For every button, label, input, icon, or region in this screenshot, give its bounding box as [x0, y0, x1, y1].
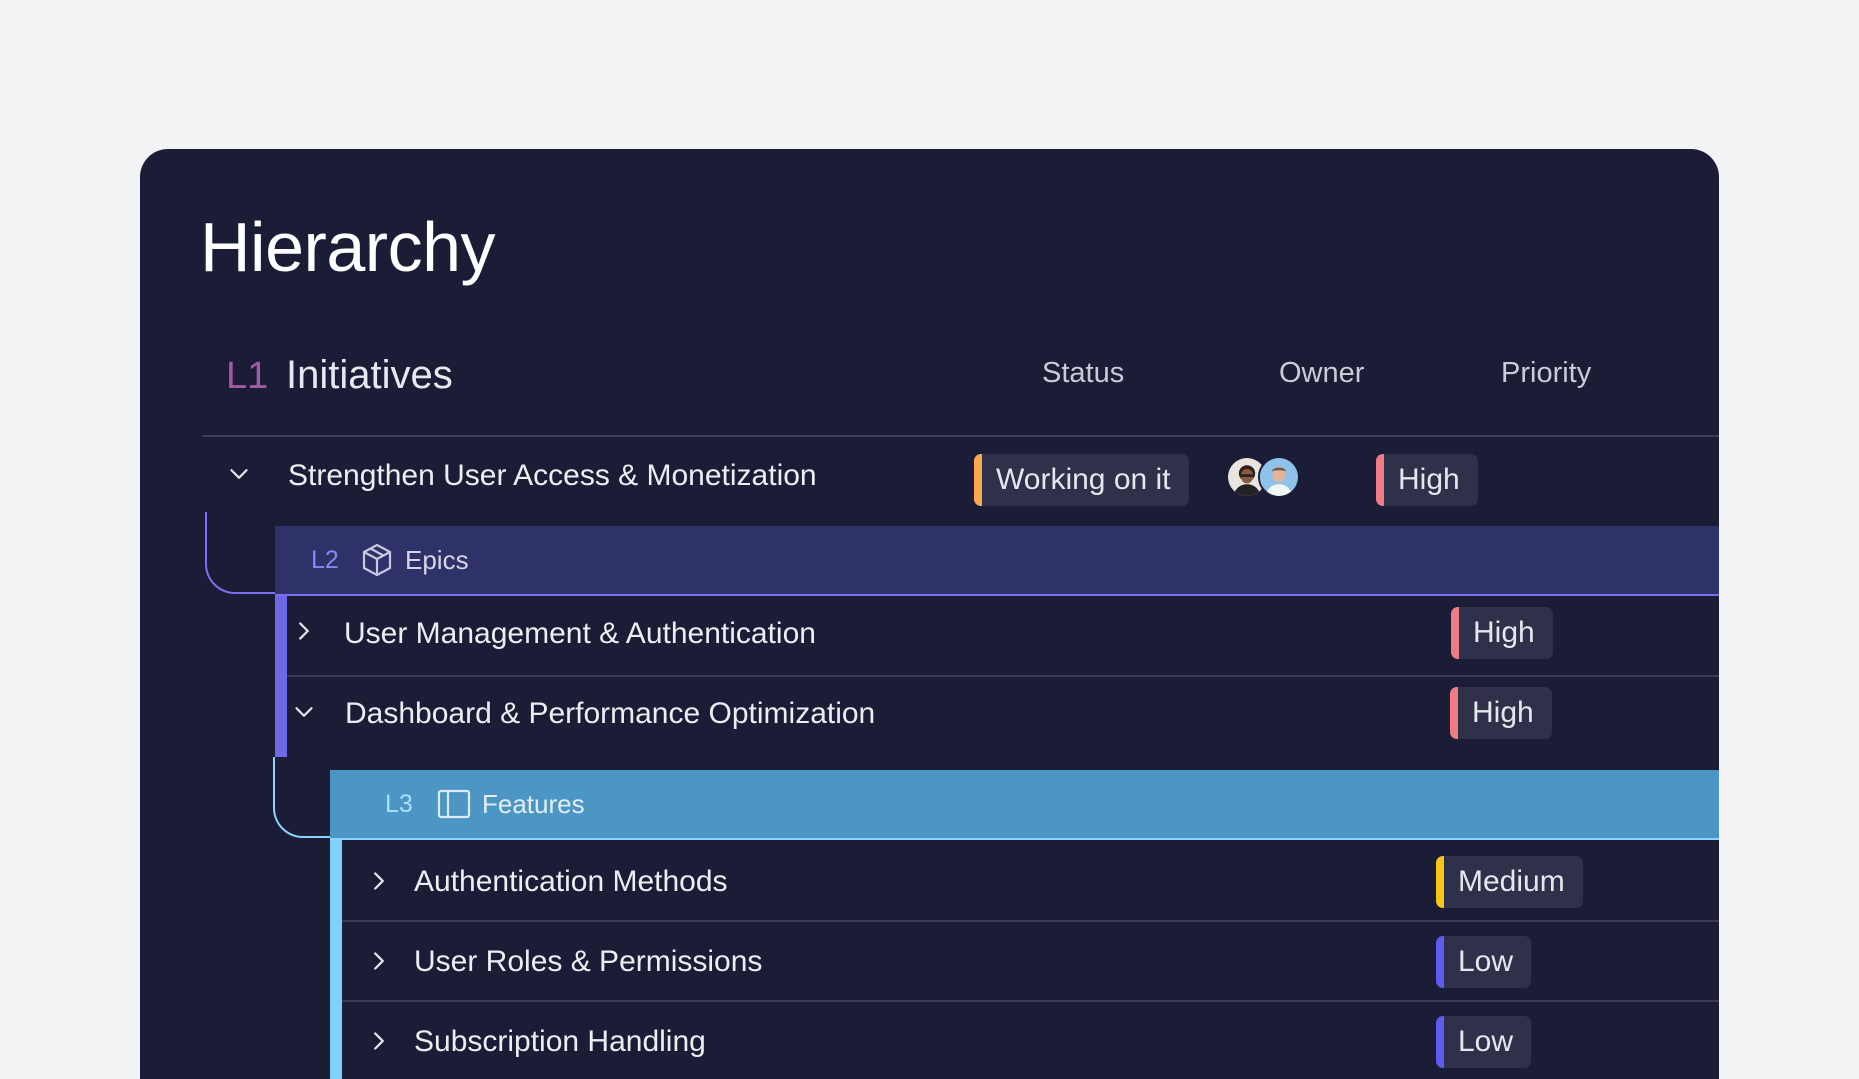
- features-band: L3 Features: [330, 770, 1719, 840]
- priority-badge[interactable]: High: [1450, 687, 1552, 739]
- feature-row[interactable]: Authentication Methods Medium: [342, 842, 1719, 922]
- column-header-status[interactable]: Status: [1042, 357, 1124, 390]
- priority-accent: [1436, 856, 1444, 908]
- box-icon: [357, 540, 397, 580]
- epics-indicator-bar: [275, 596, 287, 757]
- epic-row[interactable]: User Management & Authentication High: [287, 598, 1719, 668]
- features-indicator-bar: [330, 840, 342, 1079]
- priority-badge[interactable]: Low: [1436, 936, 1532, 988]
- status-accent: [974, 454, 982, 506]
- status-label: Working on it: [996, 463, 1171, 496]
- chevron-right-icon[interactable]: [364, 946, 394, 976]
- epics-band-label: Epics: [405, 545, 469, 575]
- priority-accent: [1436, 1016, 1444, 1068]
- chevron-right-icon[interactable]: [289, 616, 319, 646]
- epic-label: User Management & Authentication: [344, 617, 816, 650]
- priority-badge[interactable]: High: [1376, 454, 1478, 506]
- initiative-label: Strengthen User Access & Monetization: [288, 459, 817, 492]
- priority-label: High: [1473, 616, 1535, 649]
- feature-label: User Roles & Permissions: [414, 945, 763, 978]
- priority-label: High: [1398, 463, 1460, 496]
- epic-row[interactable]: Dashboard & Performance Optimization Hig…: [287, 677, 1719, 757]
- epics-band: L2 Epics: [275, 526, 1719, 596]
- column-header-priority[interactable]: Priority: [1501, 357, 1591, 390]
- feature-label: Subscription Handling: [414, 1025, 706, 1058]
- status-badge[interactable]: Working on it: [974, 454, 1189, 506]
- page-title: Hierarchy: [200, 208, 496, 286]
- priority-badge[interactable]: Low: [1436, 1016, 1532, 1068]
- chevron-right-icon[interactable]: [364, 1026, 394, 1056]
- priority-accent: [1436, 936, 1444, 988]
- initiative-row[interactable]: Strengthen User Access & Monetization Wo…: [202, 437, 1719, 517]
- avatar[interactable]: [1258, 456, 1300, 498]
- level-tag-l1: L1: [226, 355, 269, 397]
- priority-accent: [1376, 454, 1384, 506]
- priority-label: Low: [1458, 945, 1514, 978]
- feature-label: Authentication Methods: [414, 865, 728, 898]
- chevron-down-icon[interactable]: [289, 697, 319, 727]
- priority-label: Medium: [1458, 865, 1565, 898]
- level-label-initiatives: Initiatives: [286, 353, 453, 397]
- level-tag-l2: L2: [311, 546, 339, 574]
- hierarchy-card: Hierarchy L1 Initiatives Status Owner Pr…: [140, 149, 1719, 1079]
- priority-label: High: [1472, 696, 1534, 729]
- priority-accent: [1450, 687, 1458, 739]
- features-band-label: Features: [482, 789, 585, 819]
- layout-panel-icon: [434, 784, 474, 824]
- feature-row[interactable]: Subscription Handling Low: [342, 1002, 1719, 1079]
- priority-badge[interactable]: Medium: [1436, 856, 1583, 908]
- column-header-owner[interactable]: Owner: [1279, 357, 1364, 390]
- priority-badge[interactable]: High: [1451, 607, 1553, 659]
- tree-connector-l1: [205, 512, 277, 594]
- chevron-down-icon[interactable]: [224, 459, 254, 489]
- priority-accent: [1451, 607, 1459, 659]
- priority-label: Low: [1458, 1025, 1514, 1058]
- level-tag-l3: L3: [385, 790, 413, 818]
- tree-connector-l2: [273, 757, 332, 838]
- chevron-right-icon[interactable]: [364, 866, 394, 896]
- feature-row[interactable]: User Roles & Permissions Low: [342, 922, 1719, 1000]
- epic-label: Dashboard & Performance Optimization: [345, 697, 876, 730]
